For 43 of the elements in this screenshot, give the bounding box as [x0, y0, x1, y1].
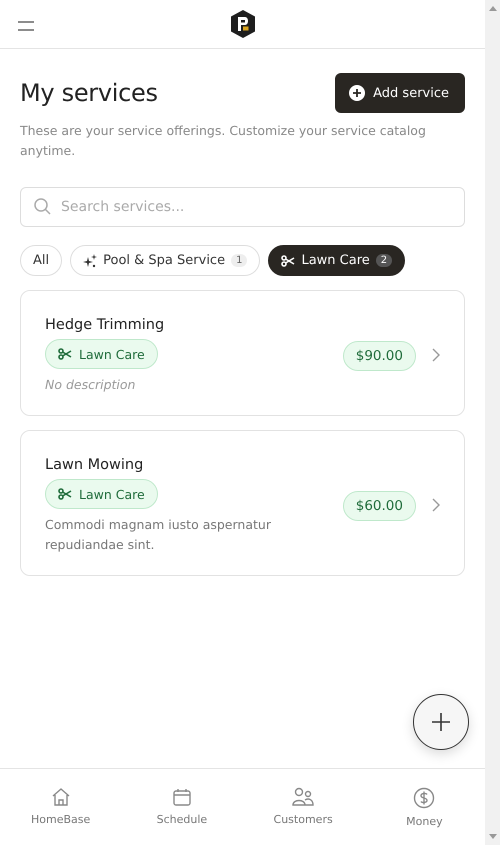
- count-badge: 1: [231, 254, 248, 267]
- service-card[interactable]: Lawn Mowing Lawn Care Commodi magnam iusto aspernatur repudiandae sint. $60.00: [20, 430, 465, 576]
- chevron-right-icon: [432, 498, 440, 512]
- category-tag: Lawn Care: [45, 479, 158, 509]
- add-service-button[interactable]: Add service: [335, 73, 465, 113]
- nav-item[interactable]: Customers: [242, 769, 364, 845]
- calendar-icon: [172, 787, 192, 807]
- search-field[interactable]: Search services...: [20, 187, 465, 227]
- price-tag: $60.00: [342, 491, 416, 521]
- filter-chip[interactable]: Pool & Spa Service 1: [70, 245, 260, 276]
- plus-icon: [431, 712, 451, 732]
- scroll-down-icon[interactable]: [488, 834, 496, 839]
- scroll-up-icon[interactable]: [488, 6, 496, 11]
- service-description: Commodi magnam iusto aspernatur repudiandae sint.: [45, 516, 272, 554]
- filter-chip[interactable]: Lawn Care 2: [268, 245, 406, 276]
- search-icon: [34, 198, 51, 215]
- service-name: Lawn Mowing: [45, 457, 144, 473]
- people-icon: [292, 787, 314, 807]
- nav-item[interactable]: Money: [364, 769, 485, 845]
- category-tag: Lawn Care: [45, 339, 158, 369]
- nav-item[interactable]: Schedule: [121, 769, 242, 845]
- service-description: No description: [45, 376, 136, 394]
- logo-icon: [230, 10, 256, 38]
- chevron-right-icon: [432, 348, 440, 362]
- sparkle-icon: [83, 254, 98, 268]
- menu-icon: [18, 21, 34, 31]
- plus-circle-icon: [349, 85, 366, 101]
- filter-chip[interactable]: All: [20, 245, 62, 276]
- add-button[interactable]: [413, 694, 469, 750]
- dollar-icon: [413, 787, 436, 809]
- menu-button[interactable]: [18, 19, 34, 29]
- nav-item[interactable]: HomeBase: [0, 769, 122, 845]
- home-icon: [50, 787, 71, 807]
- service-name: Hedge Trimming: [45, 317, 164, 333]
- page-subtitle: These are your service offerings. Customize your service catalog anytime.: [20, 122, 427, 160]
- price-tag: $90.00: [342, 341, 416, 371]
- service-card[interactable]: Hedge Trimming Lawn Care No description $90.00: [20, 290, 465, 416]
- page-title: My services: [20, 79, 158, 107]
- scissors-icon: [58, 488, 72, 500]
- scrollbar[interactable]: [485, 0, 500, 845]
- scissors-icon: [58, 348, 72, 360]
- scissors-icon: [281, 254, 296, 266]
- count-badge: 2: [376, 254, 392, 267]
